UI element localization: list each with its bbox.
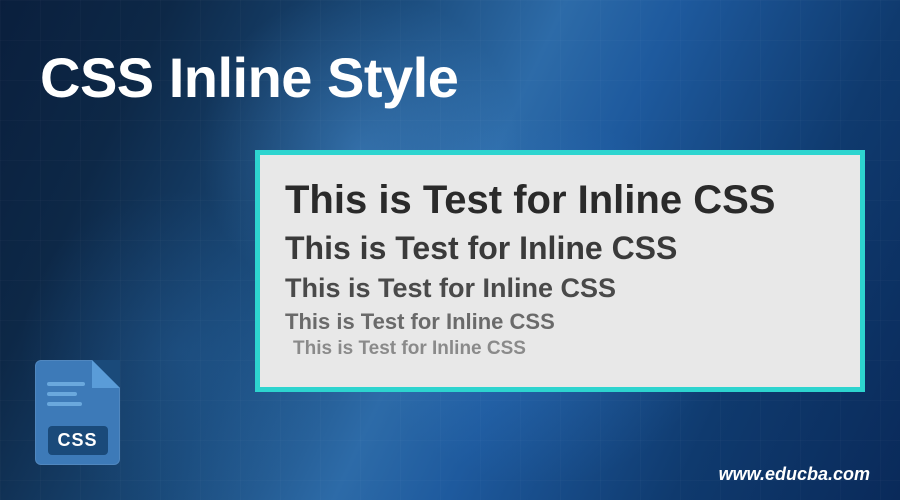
example-heading-2: This is Test for Inline CSS [285, 227, 835, 270]
example-heading-5: This is Test for Inline CSS [285, 336, 835, 362]
file-body: CSS [35, 360, 120, 465]
banner-container: CSS Inline Style This is Test for Inline… [0, 0, 900, 500]
file-fold-corner [92, 360, 120, 388]
example-heading-1: This is Test for Inline CSS [285, 173, 835, 227]
website-url: www.educba.com [719, 464, 870, 485]
page-title: CSS Inline Style [40, 45, 458, 110]
example-heading-3: This is Test for Inline CSS [285, 270, 835, 306]
example-heading-4: This is Test for Inline CSS [285, 307, 835, 337]
file-icon-shape: CSS [35, 360, 120, 465]
file-content-lines [47, 382, 85, 412]
css-file-icon: CSS [35, 360, 120, 465]
css-badge-label: CSS [47, 426, 107, 455]
css-example-box: This is Test for Inline CSS This is Test… [255, 150, 865, 392]
